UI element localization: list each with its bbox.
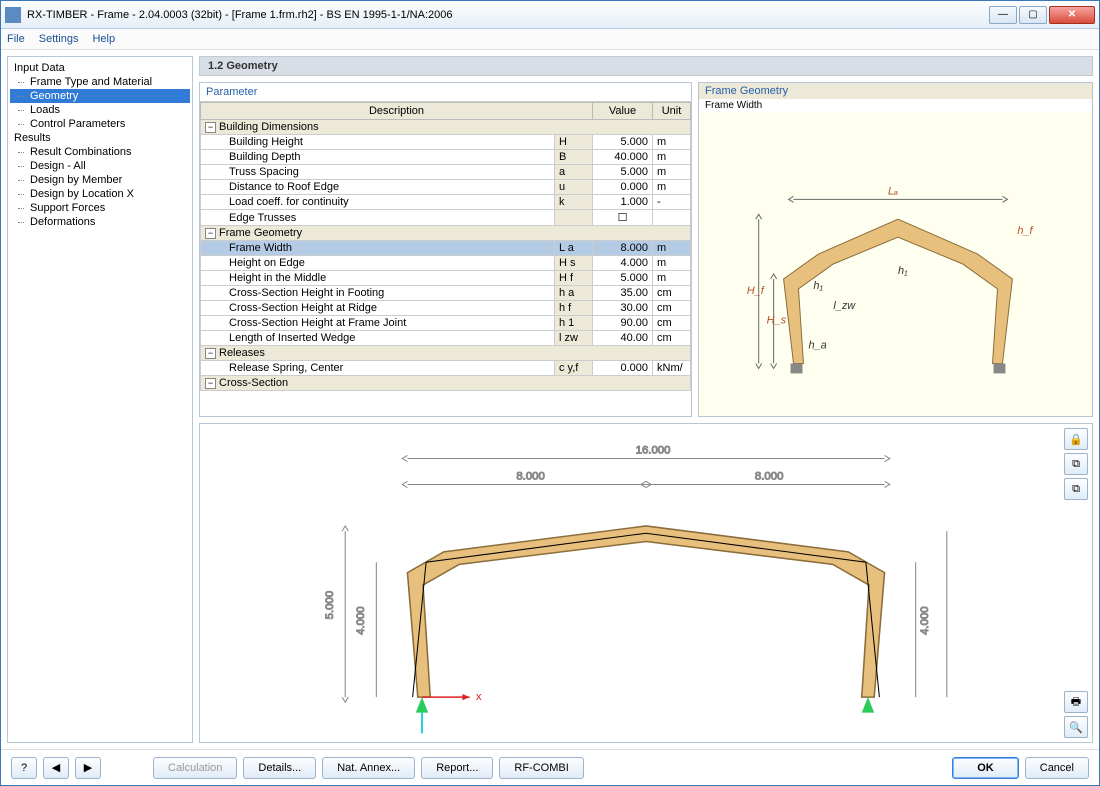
row-truss-spacing[interactable]: Truss Spacinga5.000m: [201, 165, 691, 180]
row-building-depth[interactable]: Building DepthB40.000m: [201, 150, 691, 165]
row-edge-trusses[interactable]: Edge Trusses☐: [201, 210, 691, 226]
tree-loads[interactable]: Loads: [10, 103, 190, 117]
row-cs-ridge[interactable]: Cross-Section Height at Ridgeh f30.00cm: [201, 301, 691, 316]
preview-header: Frame Geometry: [699, 83, 1092, 99]
ok-button[interactable]: OK: [952, 757, 1019, 779]
tree-design-all[interactable]: Design - All: [10, 159, 190, 173]
row-cs-footing[interactable]: Cross-Section Height in Footingh a35.00c…: [201, 286, 691, 301]
row-building-height[interactable]: Building HeightH5.000m: [201, 135, 691, 150]
svg-text:4.000: 4.000: [355, 606, 367, 635]
footer: ? ◀ ▶ Calculation Details... Nat. Annex.…: [1, 749, 1099, 785]
maximize-button[interactable]: ▢: [1019, 6, 1047, 24]
svg-text:h_f: h_f: [1017, 225, 1033, 237]
details-button[interactable]: Details...: [243, 757, 316, 779]
menu-file[interactable]: File: [7, 33, 25, 45]
tree-control-params[interactable]: Control Parameters: [10, 117, 190, 131]
preview-canvas: Lₐ h_f H_f H_s h₁ l_zw h_a h₁: [699, 112, 1092, 416]
col-description: Description: [201, 103, 593, 120]
help-icon[interactable]: ?: [11, 757, 37, 779]
menu-settings[interactable]: Settings: [39, 33, 79, 45]
svg-text:h₁: h₁: [813, 280, 823, 292]
layers-icon[interactable]: ⧉: [1064, 478, 1088, 500]
titlebar: RX-TIMBER - Frame - 2.04.0003 (32bit) - …: [1, 1, 1099, 29]
cancel-button[interactable]: Cancel: [1025, 757, 1089, 779]
preview-subtitle: Frame Width: [699, 99, 1092, 112]
rf-combi-button[interactable]: RF-COMBI: [499, 757, 583, 779]
row-inserted-wedge[interactable]: Length of Inserted Wedgel zw40.00cm: [201, 331, 691, 346]
row-release-spring[interactable]: Release Spring, Centerc y,f0.000kNm/: [201, 361, 691, 376]
parameter-grid[interactable]: Description Value Unit −Building Dimensi…: [200, 101, 691, 416]
tree-frame-type[interactable]: Frame Type and Material: [10, 75, 190, 89]
parameter-caption: Parameter: [200, 83, 691, 101]
svg-text:4.000: 4.000: [919, 606, 931, 635]
tree-design-location-x[interactable]: Design by Location X: [10, 187, 190, 201]
svg-text:16.000: 16.000: [636, 444, 671, 456]
svg-text:8.000: 8.000: [516, 470, 545, 482]
app-icon: [5, 7, 21, 23]
svg-text:x: x: [476, 691, 482, 703]
tree-geometry[interactable]: Geometry: [10, 89, 190, 103]
zoom-icon[interactable]: 🔍: [1064, 716, 1088, 738]
next-icon[interactable]: ▶: [75, 757, 101, 779]
svg-text:8.000: 8.000: [755, 470, 784, 482]
col-unit: Unit: [653, 103, 691, 120]
svg-text:h₁: h₁: [898, 265, 908, 277]
menubar: File Settings Help: [1, 29, 1099, 50]
report-button[interactable]: Report...: [421, 757, 493, 779]
row-frame-width[interactable]: Frame WidthL a8.000m: [201, 241, 691, 256]
close-button[interactable]: ✕: [1049, 6, 1095, 24]
calculation-button[interactable]: Calculation: [153, 757, 237, 779]
tree-support-forces[interactable]: Support Forces: [10, 201, 190, 215]
parameter-panel: Parameter Description Value Unit −Buildi…: [199, 82, 692, 417]
prev-icon[interactable]: ◀: [43, 757, 69, 779]
group-frame-geometry[interactable]: −Frame Geometry: [201, 226, 691, 241]
svg-text:5.000: 5.000: [324, 591, 336, 620]
row-cs-joint[interactable]: Cross-Section Height at Frame Jointh 190…: [201, 316, 691, 331]
frame-diagram-icon: Lₐ h_f H_f H_s h₁ l_zw h_a h₁: [699, 112, 1092, 416]
menu-help[interactable]: Help: [92, 33, 115, 45]
window-title: RX-TIMBER - Frame - 2.04.0003 (32bit) - …: [27, 9, 989, 21]
row-height-middle[interactable]: Height in the MiddleH f5.000m: [201, 271, 691, 286]
model-view[interactable]: 16.000 8.000 8.000 5.000 4.000 4.000: [199, 423, 1093, 743]
svg-text:h_a: h_a: [808, 340, 826, 352]
svg-text:Lₐ: Lₐ: [888, 185, 898, 197]
group-releases[interactable]: −Releases: [201, 346, 691, 361]
copy-icon[interactable]: ⧉: [1064, 453, 1088, 475]
row-distance-roof-edge[interactable]: Distance to Roof Edgeu0.000m: [201, 180, 691, 195]
svg-text:H_s: H_s: [767, 315, 787, 327]
tree-deformations[interactable]: Deformations: [10, 215, 190, 229]
tree-input-data[interactable]: Input Data: [10, 61, 190, 75]
print-icon[interactable]: 🖶: [1064, 691, 1088, 713]
nav-tree: Input Data Frame Type and Material Geome…: [7, 56, 193, 743]
lock-icon[interactable]: 🔒: [1064, 428, 1088, 450]
nat-annex-button[interactable]: Nat. Annex...: [322, 757, 415, 779]
group-building-dimensions[interactable]: −Building Dimensions: [201, 120, 691, 135]
row-height-edge[interactable]: Height on EdgeH s4.000m: [201, 256, 691, 271]
group-cross-section[interactable]: −Cross-Section: [201, 376, 691, 391]
tree-results[interactable]: Results: [10, 131, 190, 145]
model-drawing-icon: 16.000 8.000 8.000 5.000 4.000 4.000: [200, 424, 1092, 742]
tree-result-combinations[interactable]: Result Combinations: [10, 145, 190, 159]
svg-text:l_zw: l_zw: [833, 300, 856, 312]
col-value: Value: [593, 103, 653, 120]
svg-text:H_f: H_f: [747, 285, 765, 297]
preview-panel: Frame Geometry Frame Width: [698, 82, 1093, 417]
row-load-coeff[interactable]: Load coeff. for continuityk1.000-: [201, 195, 691, 210]
minimize-button[interactable]: —: [989, 6, 1017, 24]
panel-title: 1.2 Geometry: [199, 56, 1093, 76]
tree-design-member[interactable]: Design by Member: [10, 173, 190, 187]
